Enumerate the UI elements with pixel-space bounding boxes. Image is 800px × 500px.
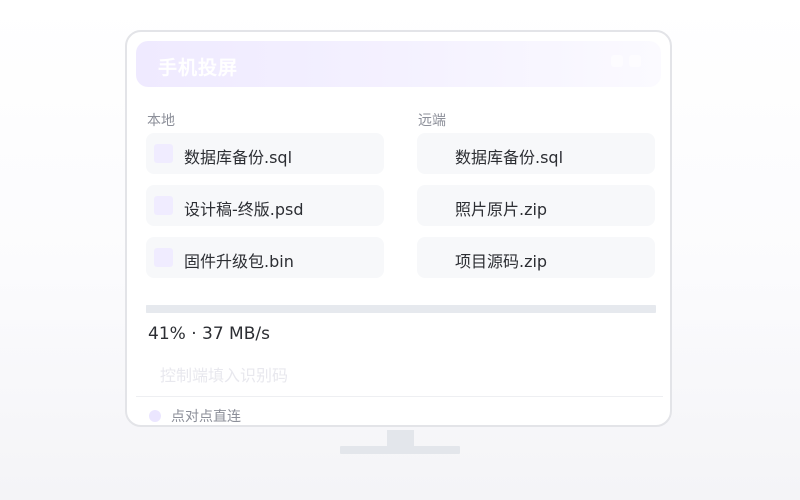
local-column-label: 本地 (147, 113, 175, 129)
close-icon[interactable] (629, 55, 641, 67)
file-icon (154, 144, 173, 163)
file-icon (154, 248, 173, 267)
file-icon (425, 196, 444, 215)
stage: 手机投屏 本地 远端 数据库备份.sql 设计稿-终版.psd 固件升级包.bi… (0, 0, 800, 500)
app-title: 手机投屏 (158, 57, 239, 79)
minimize-icon[interactable] (611, 55, 623, 67)
transfer-progress-fill (146, 305, 356, 313)
transfer-progress-bar (146, 305, 656, 313)
file-name: 数据库备份.sql (184, 148, 293, 167)
p2p-mode-option[interactable]: 点对点直连 (149, 406, 241, 426)
remote-column-label: 远端 (418, 113, 446, 129)
p2p-mode-label: 点对点直连 (171, 409, 241, 425)
file-name: 数据库备份.sql (455, 148, 564, 167)
code-input[interactable] (146, 360, 460, 390)
file-name: 照片原片.zip (455, 200, 548, 219)
title-bar: 手机投屏 (136, 41, 661, 87)
window-controls (611, 55, 641, 67)
remote-file-item[interactable]: 项目源码.zip (417, 237, 655, 278)
file-name: 项目源码.zip (455, 252, 548, 271)
file-icon (154, 196, 173, 215)
local-file-item[interactable]: 设计稿-终版.psd (146, 185, 384, 226)
file-name: 固件升级包.bin (184, 252, 294, 271)
local-file-list: 数据库备份.sql 设计稿-终版.psd 固件升级包.bin (146, 133, 384, 289)
file-icon (425, 248, 444, 267)
monitor-screen: 手机投屏 本地 远端 数据库备份.sql 设计稿-终版.psd 固件升级包.bi… (125, 30, 672, 427)
file-icon (425, 144, 444, 163)
transfer-status: 41% · 37 MB/s (148, 324, 270, 344)
remote-file-item[interactable]: 照片原片.zip (417, 185, 655, 226)
remote-file-item[interactable]: 数据库备份.sql (417, 133, 655, 174)
file-name: 设计稿-终版.psd (184, 200, 304, 219)
dot-icon (149, 410, 161, 422)
local-file-item[interactable]: 数据库备份.sql (146, 133, 384, 174)
monitor-stand-base (340, 446, 460, 454)
divider (136, 396, 663, 397)
local-file-item[interactable]: 固件升级包.bin (146, 237, 384, 278)
remote-file-list: 数据库备份.sql 照片原片.zip 项目源码.zip (417, 133, 655, 289)
